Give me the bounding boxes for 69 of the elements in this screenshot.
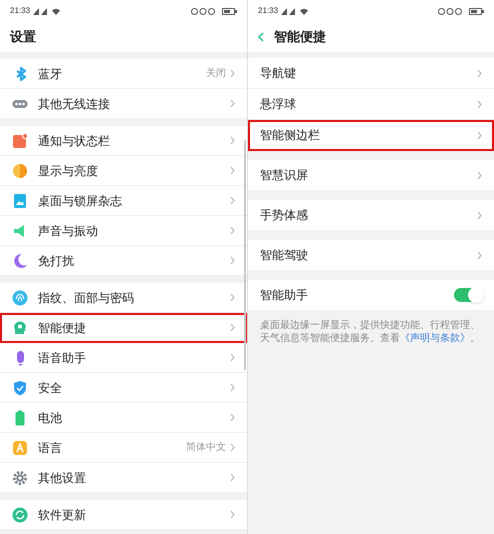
battery-status-icon bbox=[222, 8, 237, 14]
list-item[interactable]: 桌面与锁屏杂志 bbox=[0, 186, 247, 216]
list-item[interactable]: 语言 简体中文 bbox=[0, 433, 247, 463]
list-item[interactable]: 智能便捷 bbox=[0, 313, 247, 343]
chevron-icon bbox=[230, 293, 235, 302]
list-item[interactable]: 软件更新 bbox=[0, 500, 247, 530]
notification-icon bbox=[12, 132, 28, 148]
list-item[interactable]: 智能侧边栏 bbox=[248, 120, 494, 151]
battery-status-icon bbox=[469, 8, 484, 14]
list-item[interactable]: 免打扰 bbox=[0, 246, 247, 276]
chevron-icon bbox=[230, 443, 235, 452]
wifi-icon bbox=[300, 8, 308, 14]
shield-icon bbox=[12, 380, 28, 396]
list-item[interactable]: 语音助手 bbox=[0, 343, 247, 373]
list-item[interactable]: 智能驾驶 bbox=[248, 240, 494, 271]
signal-icon bbox=[33, 8, 50, 14]
value-text: 关闭 bbox=[206, 66, 226, 81]
head-icon bbox=[12, 320, 28, 336]
chevron-icon bbox=[230, 196, 235, 205]
settings-icon bbox=[12, 470, 28, 486]
chevron-icon bbox=[477, 68, 482, 78]
chevron-icon bbox=[230, 323, 235, 332]
list-item[interactable]: 电池 bbox=[0, 403, 247, 433]
list-item[interactable]: 指纹、面部与密码 bbox=[0, 283, 247, 313]
toggle-switch[interactable] bbox=[454, 288, 482, 302]
chevron-icon bbox=[477, 100, 482, 108]
list-item[interactable]: 其他设置 bbox=[0, 463, 247, 493]
value-text: 简体中文 bbox=[186, 440, 226, 455]
page-title: 设置 bbox=[10, 28, 36, 46]
back-icon bbox=[258, 32, 264, 42]
list-item[interactable]: 手势体感 bbox=[248, 200, 494, 231]
wifi-icon bbox=[52, 8, 60, 14]
chevron-icon bbox=[230, 69, 235, 78]
brightness-icon bbox=[12, 162, 28, 178]
tile-icon bbox=[12, 440, 28, 456]
list-item[interactable]: 智慧识屏 bbox=[248, 160, 494, 191]
chevron-icon bbox=[230, 383, 235, 392]
list-item[interactable]: 声音与振动 bbox=[0, 216, 247, 246]
chevron-icon bbox=[477, 250, 482, 260]
list-item[interactable]: 通知与状态栏 bbox=[0, 126, 247, 156]
list-item[interactable]: 其他无线连接 bbox=[0, 89, 247, 119]
chevron-icon bbox=[230, 353, 235, 362]
page-title: 智能便捷 bbox=[274, 28, 326, 46]
chevron-icon bbox=[477, 130, 482, 140]
chevron-icon bbox=[230, 136, 235, 145]
list-item[interactable]: 显示与亮度 bbox=[0, 156, 247, 186]
list-item[interactable]: 安全 bbox=[0, 373, 247, 403]
list-item[interactable]: 导航键 bbox=[248, 58, 494, 89]
chevron-icon bbox=[230, 166, 235, 175]
chevron-icon bbox=[230, 256, 235, 265]
chevron-icon bbox=[230, 473, 235, 482]
status-time: 21:33 bbox=[258, 5, 278, 17]
chevron-icon bbox=[230, 510, 235, 519]
chevron-icon bbox=[230, 226, 235, 235]
terms-link[interactable]: 《声明与条款》 bbox=[400, 333, 470, 344]
list-item[interactable]: 蓝牙 关闭 bbox=[0, 59, 247, 89]
chevron-icon bbox=[230, 99, 235, 108]
chevron-icon bbox=[477, 210, 482, 220]
list-item[interactable]: 悬浮球 bbox=[248, 89, 494, 120]
status-time: 21:33 bbox=[10, 5, 30, 17]
moon-icon bbox=[12, 252, 28, 268]
list-item[interactable]: 智能助手 bbox=[248, 280, 494, 311]
refresh-icon bbox=[12, 506, 28, 522]
note-text: 桌面最边缘一屏显示，提供快捷功能、行程管理、天气信息等智能便捷服务。查看《声明与条款》。 bbox=[259, 318, 481, 345]
fingerprint-icon bbox=[12, 290, 28, 306]
signal-icon bbox=[281, 8, 298, 14]
chevron-icon bbox=[230, 413, 235, 422]
chevron-icon bbox=[477, 170, 482, 180]
picture-icon bbox=[12, 192, 28, 208]
